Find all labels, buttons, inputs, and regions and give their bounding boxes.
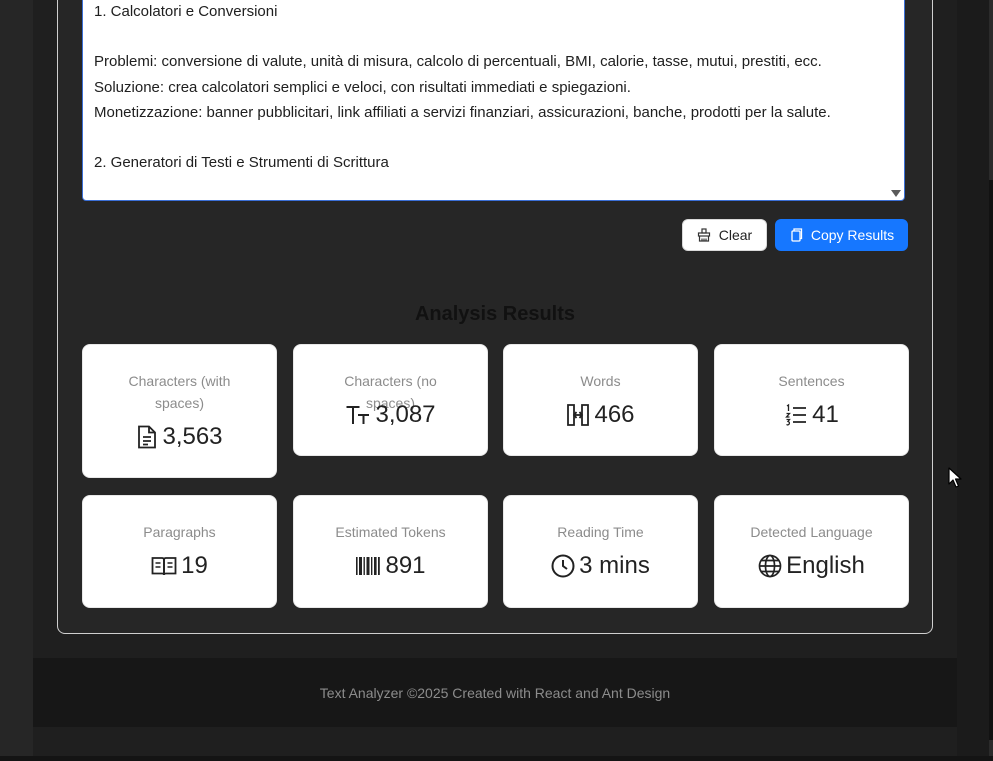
column-width-icon	[567, 404, 590, 426]
clear-button[interactable]: Clear	[682, 219, 767, 251]
stat-value: English	[786, 552, 865, 579]
stat-value: 19	[181, 552, 208, 579]
stat-label: Reading Time	[557, 524, 644, 540]
stat-characters-no-spaces: Characters (no spaces) 3,087	[293, 344, 488, 456]
stat-value: 3 mins	[579, 552, 650, 579]
globe-icon	[758, 554, 782, 578]
stat-label: Paragraphs	[143, 524, 216, 540]
book-icon	[151, 557, 177, 576]
copy-results-button[interactable]: Copy Results	[775, 219, 908, 251]
window-bottom-edge	[0, 756, 993, 761]
stat-value-row: 3,563	[83, 423, 276, 451]
stat-value-row: 466	[504, 401, 697, 429]
stat-words: Words 466	[503, 344, 698, 456]
stat-label: Sentences	[778, 373, 845, 389]
copy-results-label: Copy Results	[810, 227, 895, 243]
stat-paragraphs: Paragraphs 19	[82, 495, 277, 608]
stat-value-row: English	[715, 552, 908, 580]
stat-value-row: 3 mins	[504, 552, 697, 580]
clear-button-label: Clear	[718, 227, 753, 243]
mouse-pointer-icon	[948, 467, 962, 488]
ordered-list-icon	[785, 403, 807, 426]
stat-label: Estimated Tokens	[335, 524, 446, 540]
stat-value-row: 19	[83, 552, 276, 580]
text-input-area[interactable]: 1. Calcolatori e Conversioni Problemi: c…	[82, 0, 905, 201]
stat-sentences: Sentences 41	[714, 344, 909, 456]
scroll-down-arrow-icon[interactable]	[891, 190, 901, 197]
scrollbar-thumb[interactable]	[989, 180, 993, 740]
text-input-content[interactable]: 1. Calcolatori e Conversioni Problemi: c…	[94, 0, 884, 175]
stat-value: 3,563	[162, 423, 223, 450]
stat-value: 891	[385, 552, 426, 579]
clear-icon	[697, 228, 710, 242]
copy-icon	[791, 228, 803, 242]
window-scrollbar[interactable]	[989, 0, 993, 761]
barcode-icon	[356, 557, 381, 575]
stat-label: Characters (with spaces)	[128, 373, 231, 411]
stat-value: 466	[594, 401, 635, 428]
file-text-icon	[138, 425, 157, 449]
stat-value: 41	[812, 401, 839, 428]
stat-value-row: 3,087	[294, 401, 487, 429]
page-footer: Text Analyzer ©2025 Created with React a…	[33, 658, 957, 727]
stat-reading-time: Reading Time 3 mins	[503, 495, 698, 608]
left-page-margin	[0, 0, 33, 761]
font-size-icon	[346, 406, 370, 424]
stat-characters-with-spaces: Characters (with spaces) 3,563	[82, 344, 277, 478]
stat-value: 3,087	[375, 401, 436, 428]
stat-value-row: 891	[294, 552, 487, 580]
footer-text: Text Analyzer ©2025 Created with React a…	[319, 684, 671, 701]
right-page-margin	[957, 0, 993, 761]
stat-estimated-tokens: Estimated Tokens 891	[293, 495, 488, 608]
clock-icon	[551, 554, 575, 578]
stat-label: Words	[580, 373, 621, 389]
stat-detected-language: Detected Language English	[714, 495, 909, 608]
stat-value-row: 41	[715, 401, 908, 429]
stat-label: Detected Language	[750, 524, 873, 540]
analysis-results-title: Analysis Results	[414, 303, 576, 325]
